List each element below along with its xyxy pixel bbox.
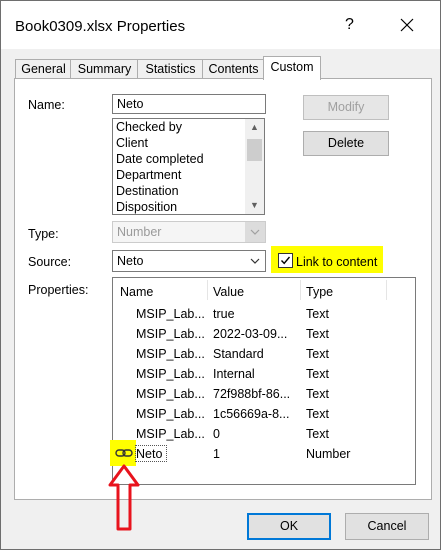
list-item[interactable]: Checked by xyxy=(113,119,264,135)
scroll-thumb[interactable] xyxy=(247,139,262,161)
property-type: Text xyxy=(306,347,329,361)
tab-custom[interactable]: Custom xyxy=(263,56,321,80)
list-item[interactable]: Department xyxy=(113,167,264,183)
name-options-list[interactable]: Checked by Client Date completed Departm… xyxy=(112,118,265,215)
tab-statistics[interactable]: Statistics xyxy=(137,59,204,79)
column-header-type[interactable]: Type xyxy=(306,285,333,299)
property-type: Number xyxy=(306,447,351,461)
property-name: MSIP_Lab... xyxy=(136,407,205,421)
table-row[interactable]: MSIP_Lab... true Text xyxy=(113,304,415,324)
help-button[interactable]: ? xyxy=(345,16,354,34)
property-value: 1 xyxy=(213,447,220,461)
chevron-down-icon xyxy=(245,222,265,242)
table-row[interactable]: MSIP_Lab... 72f988bf-86... Text xyxy=(113,384,415,404)
column-divider[interactable] xyxy=(300,280,301,300)
table-row[interactable]: MSIP_Lab... Internal Text xyxy=(113,364,415,384)
name-label: Name: xyxy=(28,98,65,112)
property-value: 1c56669a-8... xyxy=(213,407,290,421)
table-row[interactable]: MSIP_Lab... 1c56669a-8... Text xyxy=(113,404,415,424)
type-select[interactable]: Number xyxy=(112,221,266,243)
column-divider[interactable] xyxy=(207,280,208,300)
property-value: 2022-03-09... xyxy=(213,327,288,341)
list-scrollbar[interactable]: ▲ ▼ xyxy=(245,119,264,214)
window-title: Book0309.xlsx Properties xyxy=(15,18,186,35)
list-item[interactable]: Date completed xyxy=(113,151,264,167)
property-name: MSIP_Lab... xyxy=(136,327,205,341)
ok-button[interactable]: OK xyxy=(247,513,331,540)
property-value: 72f988bf-86... xyxy=(213,387,291,401)
property-type: Text xyxy=(306,307,329,321)
title-bar: Book0309.xlsx Properties ? xyxy=(1,1,440,49)
property-value: true xyxy=(213,307,235,321)
tab-general[interactable]: General xyxy=(15,59,72,79)
column-divider[interactable] xyxy=(386,280,387,300)
name-input[interactable]: Neto xyxy=(112,94,266,114)
property-value: Standard xyxy=(213,347,264,361)
properties-label: Properties: xyxy=(28,283,89,297)
property-name: MSIP_Lab... xyxy=(136,307,205,321)
list-item[interactable]: Destination xyxy=(113,183,264,199)
source-select[interactable]: Neto xyxy=(112,250,266,272)
column-header-value[interactable]: Value xyxy=(213,285,244,299)
column-header-name[interactable]: Name xyxy=(120,285,153,299)
property-type: Text xyxy=(306,327,329,341)
focus-rectangle xyxy=(135,445,167,462)
property-type: Text xyxy=(306,387,329,401)
table-row[interactable]: MSIP_Lab... 2022-03-09... Text xyxy=(113,324,415,344)
property-name: MSIP_Lab... xyxy=(136,367,205,381)
tab-summary[interactable]: Summary xyxy=(70,59,139,79)
chevron-down-icon xyxy=(245,251,265,271)
type-label: Type: xyxy=(28,227,59,241)
source-label: Source: xyxy=(28,255,72,269)
link-icon xyxy=(115,447,133,459)
table-row[interactable]: MSIP_Lab... 0 Text xyxy=(113,424,415,444)
delete-button[interactable]: Delete xyxy=(303,131,389,156)
table-row[interactable]: MSIP_Lab... Standard Text xyxy=(113,344,415,364)
list-item[interactable]: Client xyxy=(113,135,264,151)
property-value: 0 xyxy=(213,427,220,441)
scroll-down-icon[interactable]: ▼ xyxy=(250,200,259,210)
link-to-content-label[interactable]: Link to content xyxy=(296,255,377,269)
tab-contents[interactable]: Contents xyxy=(202,59,265,79)
properties-header: Name Value Type xyxy=(113,278,415,300)
scroll-up-icon[interactable]: ▲ xyxy=(250,122,259,132)
property-type: Text xyxy=(306,427,329,441)
property-type: Text xyxy=(306,407,329,421)
property-name: MSIP_Lab... xyxy=(136,347,205,361)
source-value: Neto xyxy=(117,254,144,268)
type-value: Number xyxy=(117,225,162,239)
properties-dialog: Book0309.xlsx Properties ? General Summa… xyxy=(0,0,441,550)
red-arrow-icon xyxy=(107,463,141,533)
cancel-button[interactable]: Cancel xyxy=(345,513,429,540)
property-value: Internal xyxy=(213,367,255,381)
modify-button[interactable]: Modify xyxy=(303,95,389,120)
property-name: MSIP_Lab... xyxy=(136,427,205,441)
property-type: Text xyxy=(306,367,329,381)
list-item[interactable]: Disposition xyxy=(113,199,264,214)
property-name: MSIP_Lab... xyxy=(136,387,205,401)
link-to-content-checkbox[interactable] xyxy=(278,253,293,268)
close-icon[interactable] xyxy=(397,15,417,35)
